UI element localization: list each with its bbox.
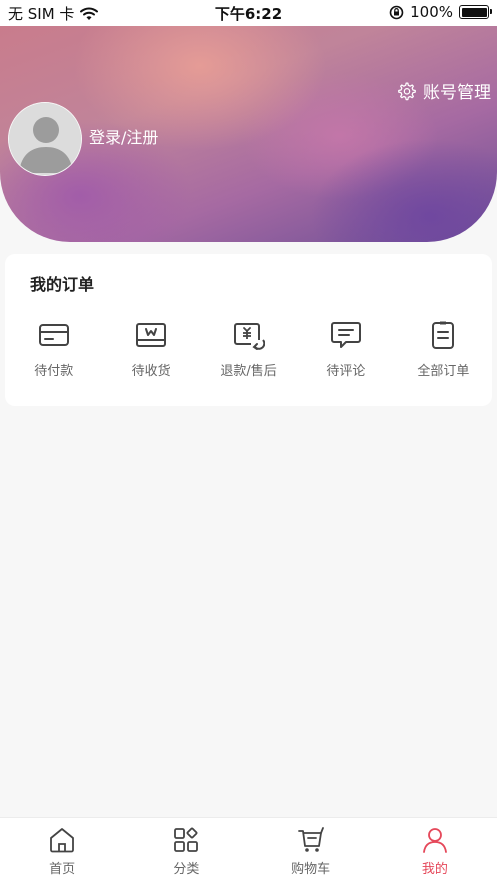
tab-cart[interactable]: 购物车 [249, 818, 373, 883]
bottom-tab-bar: 首页 分类 购物车 我的 [0, 817, 497, 883]
order-label: 全部订单 [417, 364, 470, 379]
tab-label: 我的 [421, 862, 448, 877]
battery-percent: 100% [410, 3, 453, 21]
my-orders-card: 我的订单 待付款 待收货 退款/售后 待评论 全部订单 [5, 254, 492, 406]
battery-icon [459, 5, 492, 19]
gear-icon [398, 81, 416, 100]
order-label: 退款/售后 [220, 364, 277, 379]
user-icon [422, 828, 447, 853]
category-icon [174, 827, 199, 852]
order-label: 待收货 [131, 364, 171, 379]
order-pending-receipt[interactable]: 待收货 [102, 320, 199, 379]
avatar[interactable] [8, 102, 82, 176]
tab-label: 分类 [173, 862, 200, 877]
account-management-label: 账号管理 [423, 83, 491, 103]
status-right: 100% [389, 3, 492, 21]
default-avatar-icon [9, 103, 81, 175]
order-label: 待付款 [34, 364, 74, 379]
order-pending-payment[interactable]: 待付款 [5, 320, 102, 379]
cart-icon [297, 827, 324, 852]
account-management-button[interactable]: 账号管理 [397, 78, 491, 103]
status-bar: 无 SIM 卡 下午6:22 100% [0, 0, 497, 26]
package-icon [136, 323, 167, 347]
order-all[interactable]: 全部订单 [395, 320, 492, 379]
order-refund[interactable]: 退款/售后 [200, 320, 297, 379]
tab-label: 购物车 [291, 862, 331, 877]
tab-label: 首页 [49, 862, 76, 877]
comment-icon [330, 322, 361, 348]
tab-mine[interactable]: 我的 [373, 818, 497, 883]
tab-category[interactable]: 分类 [124, 818, 248, 883]
orientation-lock-icon [389, 5, 404, 19]
my-orders-title: 我的订单 [30, 275, 95, 294]
order-status-row: 待付款 待收货 退款/售后 待评论 全部订单 [5, 320, 492, 379]
refund-icon [233, 323, 265, 350]
home-icon [50, 828, 75, 853]
tab-home[interactable]: 首页 [0, 818, 124, 883]
profile-header: 账号管理 登录/注册 [0, 26, 497, 242]
card-icon [38, 324, 69, 346]
clipboard-icon [432, 321, 455, 349]
order-label: 待评论 [326, 364, 366, 379]
login-register-link[interactable]: 登录/注册 [89, 124, 158, 148]
order-pending-review[interactable]: 待评论 [297, 320, 394, 379]
